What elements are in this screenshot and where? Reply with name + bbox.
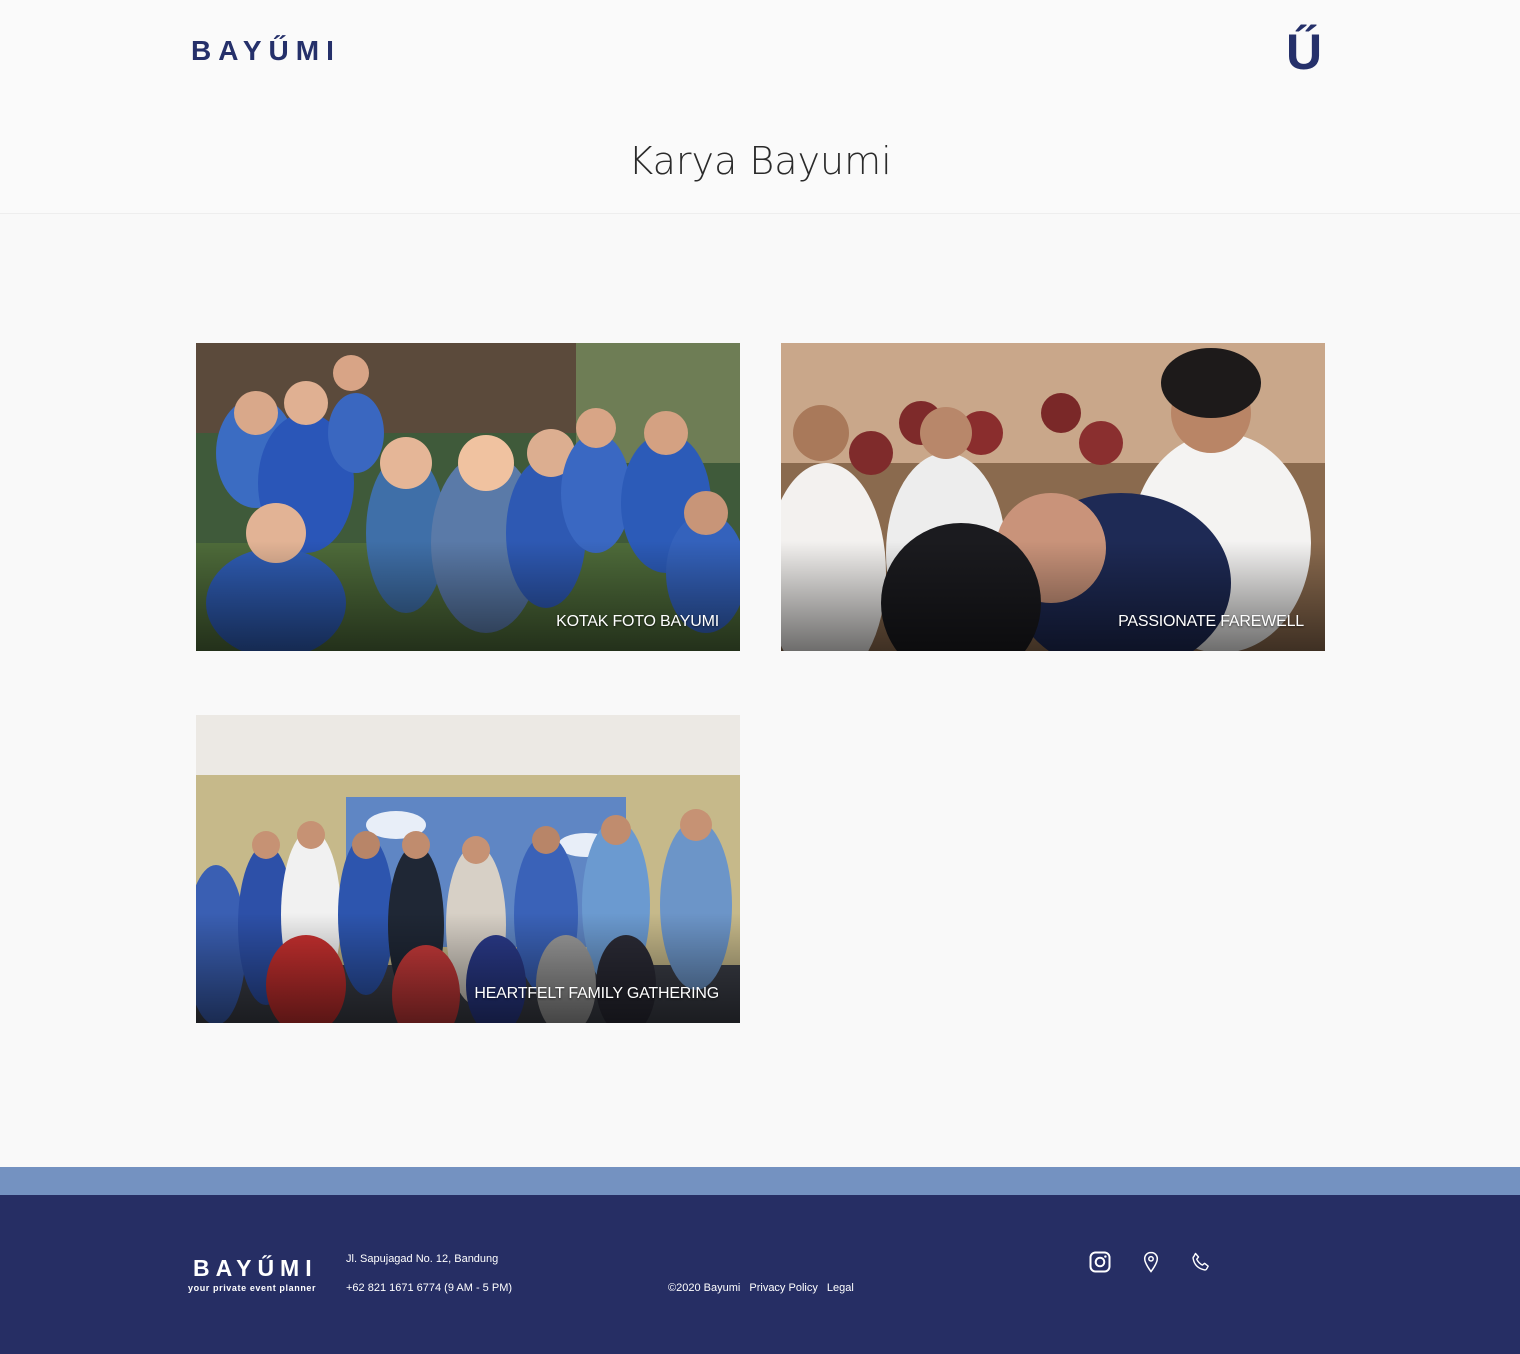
footer-address: Jl. Sapujagad No. 12, Bandung [346, 1253, 499, 1265]
instagram-icon[interactable] [1088, 1250, 1112, 1274]
site-header: BAYŰMI Ű Karya Bayumi [0, 0, 1520, 214]
gallery-card-kotak-foto[interactable]: KOTAK FOTO BAYUMI [196, 343, 740, 651]
site-logo[interactable]: BAYŰMI [191, 34, 341, 68]
caption-shade [196, 913, 740, 1023]
footer-phone: +62 821 1671 6774 (9 AM - 5 PM) [346, 1282, 513, 1294]
gallery-caption: HEARTFELT FAMILY GATHERING [474, 985, 719, 1002]
menu-toggle-icon[interactable]: Ű [1286, 22, 1322, 82]
footer-band [0, 1167, 1520, 1195]
footer-copyright: ©2020 Bayumi [668, 1282, 741, 1294]
footer-links: ©2020 Bayumi Privacy Policy Legal [668, 1282, 860, 1294]
gallery-card-family-gathering[interactable]: HEARTFELT FAMILY GATHERING [196, 715, 740, 1023]
gallery-caption: PASSIONATE FAREWELL [1118, 613, 1304, 630]
gallery-card-passionate-farewell[interactable]: PASSIONATE FAREWELL [781, 343, 1325, 651]
privacy-policy-link[interactable]: Privacy Policy [749, 1282, 817, 1294]
location-pin-icon[interactable] [1139, 1250, 1163, 1274]
caption-shade [781, 541, 1325, 651]
gallery-caption: KOTAK FOTO BAYUMI [556, 613, 719, 630]
phone-icon[interactable] [1189, 1250, 1213, 1274]
legal-link[interactable]: Legal [827, 1282, 854, 1294]
footer-logo[interactable]: BAYŰMI [193, 1254, 318, 1282]
caption-shade [196, 541, 740, 651]
page-title: Karya Bayumi [628, 139, 892, 183]
site-footer: BAYŰMI your private event planner Jl. Sa… [0, 1195, 1520, 1354]
footer-tagline: your private event planner [188, 1283, 317, 1293]
